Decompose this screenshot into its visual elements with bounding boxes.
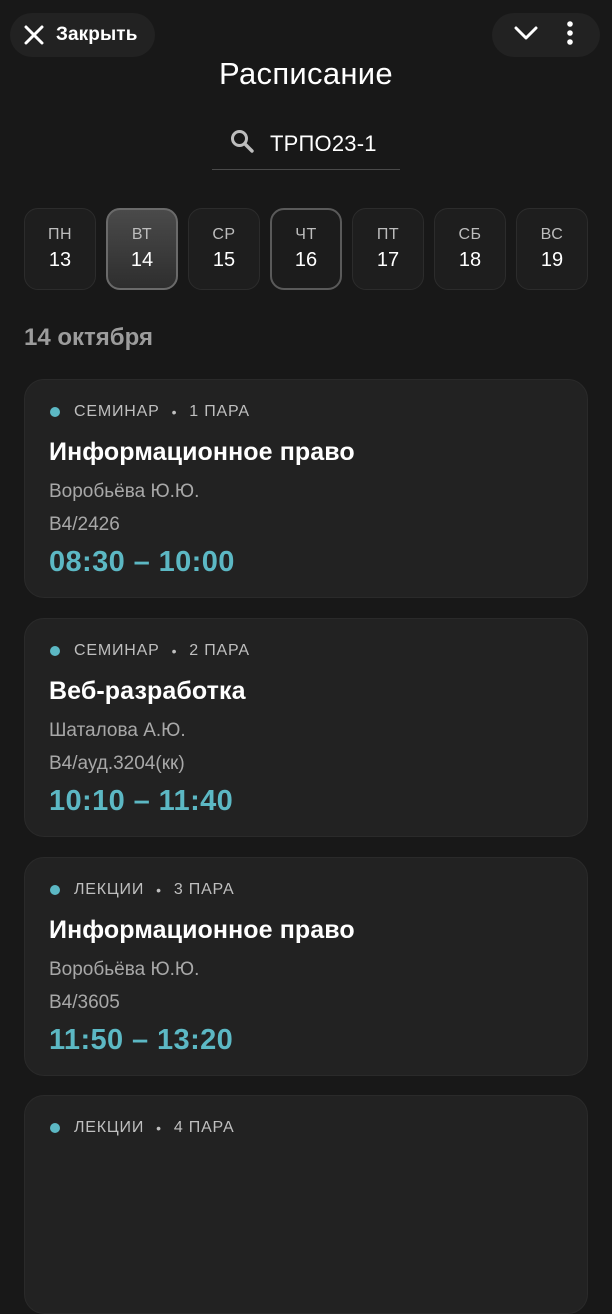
day-number: 18 [458,249,482,271]
lesson-type-dot [50,1123,60,1133]
day-name: ВТ [131,226,153,243]
day-name: СР [212,226,236,243]
day-number: 14 [130,249,154,271]
lesson-type-dot [50,407,60,417]
lesson-card[interactable]: СЕМИНАР • 2 ПАРА Веб-разработка Шаталова… [24,618,588,837]
lesson-card[interactable]: СЕМИНАР • 1 ПАРА Информационное право Во… [24,379,588,598]
lesson-teacher: Шаталова А.Ю. [49,720,186,741]
lesson-card[interactable]: ЛЕКЦИИ • 3 ПАРА Информационное право Вор… [24,857,588,1076]
lesson-time: 10:10 – 11:40 [49,785,234,817]
search-icon [230,129,254,158]
day-name: ПН [47,226,73,243]
collapse-button[interactable] [506,15,546,55]
lesson-room: В4/3605 [49,992,120,1013]
day-name: ЧТ [295,226,317,243]
chevron-down-icon [514,25,538,46]
meta-separator: • [156,1120,162,1136]
lesson-subject: Информационное право [49,438,355,466]
day-wednesday[interactable]: СР 15 [188,208,260,290]
lesson-type-dot [50,885,60,895]
lesson-teacher: Воробьёва Ю.Ю. [49,481,200,502]
day-name: ВС [540,226,564,243]
more-menu-button[interactable] [550,15,590,55]
search-value: ТРПО23-1 [270,130,377,156]
lesson-teacher: Воробьёва Ю.Ю. [49,959,200,980]
day-number: 19 [540,249,564,271]
close-label: Закрыть [56,24,138,45]
lesson-type: СЕМИНАР [74,403,160,420]
header-actions [492,13,600,57]
page-title: Расписание [219,56,393,91]
day-name: СБ [458,226,482,243]
lesson-type: ЛЕКЦИИ [74,1119,145,1136]
day-number: 15 [212,249,236,271]
more-vertical-icon [566,20,574,50]
lesson-type-dot [50,646,60,656]
meta-separator: • [171,404,178,420]
day-thursday[interactable]: ЧТ 16 [270,208,342,290]
lesson-subject: Веб-разработка [49,677,246,705]
day-monday[interactable]: ПН 13 [24,208,96,290]
day-number: 17 [376,249,400,271]
day-name: ПТ [376,226,400,243]
lesson-time: 11:50 – 13:20 [49,1024,234,1056]
lesson-time: 08:30 – 10:00 [49,546,235,578]
lesson-meta: ЛЕКЦИИ • 3 ПАРА [49,880,587,900]
lesson-subject: Информационное право [49,916,355,944]
week-day-strip: ПН 13 ВТ 14 СР 15 ЧТ 16 ПТ 17 СБ 18 ВС 1… [24,208,588,290]
close-icon [24,25,44,45]
meta-separator: • [156,882,162,898]
lesson-pair: 2 ПАРА [189,642,250,659]
lesson-meta: ЛЕКЦИИ • 4 ПАРА [49,1118,587,1138]
lesson-type: ЛЕКЦИИ [74,881,145,898]
lesson-pair: 1 ПАРА [189,403,250,420]
day-saturday[interactable]: СБ 18 [434,208,506,290]
lesson-meta: СЕМИНАР • 2 ПАРА [49,641,587,661]
day-number: 16 [294,249,318,271]
meta-separator: • [171,643,178,659]
day-sunday[interactable]: ВС 19 [516,208,588,290]
lesson-room: В4/ауд.3204(кк) [49,753,185,774]
lesson-type: СЕМИНАР [74,642,160,659]
lesson-meta: СЕМИНАР • 1 ПАРА [49,402,587,422]
close-button[interactable]: Закрыть [10,13,155,57]
date-heading: 14 октября [24,324,153,351]
lesson-room: В4/2426 [49,514,120,535]
lesson-pair: 4 ПАРА [173,1119,235,1136]
day-number: 13 [48,249,72,271]
lesson-pair: 3 ПАРА [173,881,235,898]
day-friday[interactable]: ПТ 17 [352,208,424,290]
group-search-input[interactable]: ТРПО23-1 [212,118,400,170]
day-tuesday[interactable]: ВТ 14 [106,208,178,290]
lesson-card[interactable]: ЛЕКЦИИ • 4 ПАРА [24,1095,588,1314]
